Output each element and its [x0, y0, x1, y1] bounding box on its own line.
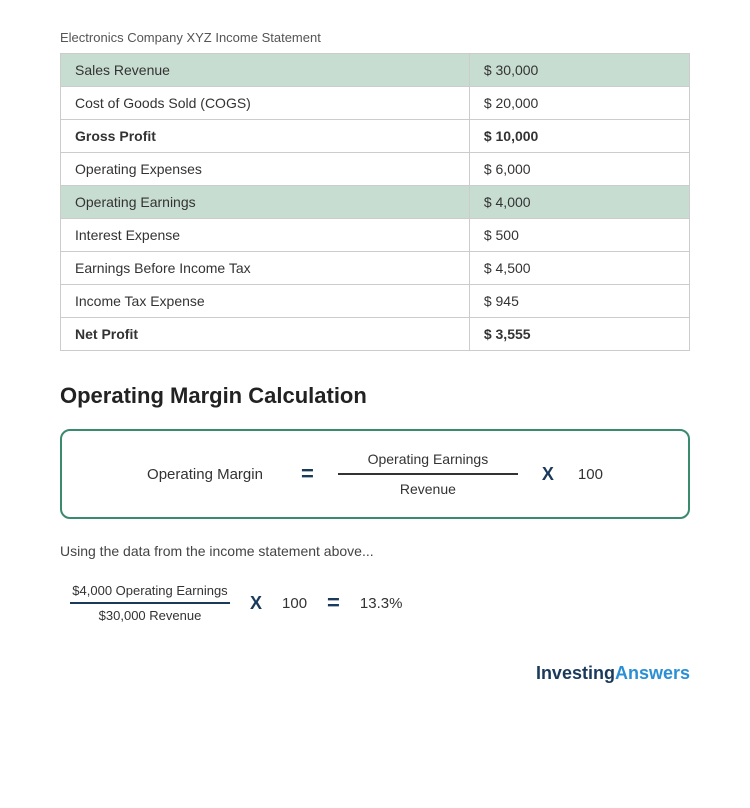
formula-numerator: Operating Earnings	[368, 451, 489, 471]
formula-fraction: Operating Earnings Revenue	[338, 451, 518, 497]
formula-box: Operating Margin = Operating Earnings Re…	[60, 429, 690, 519]
row-value: $ 4,000	[469, 186, 689, 219]
row-label: Cost of Goods Sold (COGS)	[61, 87, 470, 120]
calc-equals: =	[327, 590, 340, 616]
row-value: $ 945	[469, 285, 689, 318]
formula-denominator: Revenue	[400, 477, 456, 497]
row-label: Earnings Before Income Tax	[61, 252, 470, 285]
row-value: $ 3,555	[469, 318, 689, 351]
row-label: Income Tax Expense	[61, 285, 470, 318]
calculation-section: $4,000 Operating Earnings $30,000 Revenu…	[70, 583, 690, 623]
table-row: Net Profit$ 3,555	[61, 318, 690, 351]
row-value: $ 4,500	[469, 252, 689, 285]
table-row: Interest Expense$ 500	[61, 219, 690, 252]
calc-multiply: X	[250, 593, 262, 614]
formula-multiply: X	[542, 464, 554, 485]
formula-operating-margin-label: Operating Margin	[147, 466, 277, 483]
row-label: Interest Expense	[61, 219, 470, 252]
calc-fraction: $4,000 Operating Earnings $30,000 Revenu…	[70, 583, 230, 623]
calc-result: 13.3%	[360, 595, 403, 612]
row-label: Gross Profit	[61, 120, 470, 153]
row-value: $ 20,000	[469, 87, 689, 120]
row-label: Net Profit	[61, 318, 470, 351]
table-row: Operating Earnings$ 4,000	[61, 186, 690, 219]
branding: InvestingAnswers	[60, 663, 690, 684]
row-value: $ 10,000	[469, 120, 689, 153]
data-intro: Using the data from the income statement…	[60, 543, 690, 559]
income-statement-section: Electronics Company XYZ Income Statement…	[60, 30, 690, 351]
row-label: Operating Expenses	[61, 153, 470, 186]
calc-numerator: $4,000 Operating Earnings	[72, 583, 227, 602]
row-label: Sales Revenue	[61, 54, 470, 87]
formula-equals: =	[301, 461, 314, 487]
table-row: Sales Revenue$ 30,000	[61, 54, 690, 87]
income-statement-title: Electronics Company XYZ Income Statement	[60, 30, 690, 45]
row-value: $ 30,000	[469, 54, 689, 87]
formula-hundred: 100	[578, 466, 603, 483]
table-row: Earnings Before Income Tax$ 4,500	[61, 252, 690, 285]
income-table: Sales Revenue$ 30,000Cost of Goods Sold …	[60, 53, 690, 351]
calc-hundred: 100	[282, 595, 307, 612]
brand-investing: Investing	[536, 663, 615, 683]
table-row: Gross Profit$ 10,000	[61, 120, 690, 153]
formula-line	[338, 473, 518, 475]
operating-margin-section: Operating Margin Calculation Operating M…	[60, 383, 690, 623]
table-row: Operating Expenses$ 6,000	[61, 153, 690, 186]
row-value: $ 500	[469, 219, 689, 252]
row-label: Operating Earnings	[61, 186, 470, 219]
table-row: Cost of Goods Sold (COGS)$ 20,000	[61, 87, 690, 120]
calc-denominator: $30,000 Revenue	[99, 604, 202, 623]
table-row: Income Tax Expense$ 945	[61, 285, 690, 318]
row-value: $ 6,000	[469, 153, 689, 186]
section-title: Operating Margin Calculation	[60, 383, 690, 409]
brand-answers: Answers	[615, 663, 690, 683]
